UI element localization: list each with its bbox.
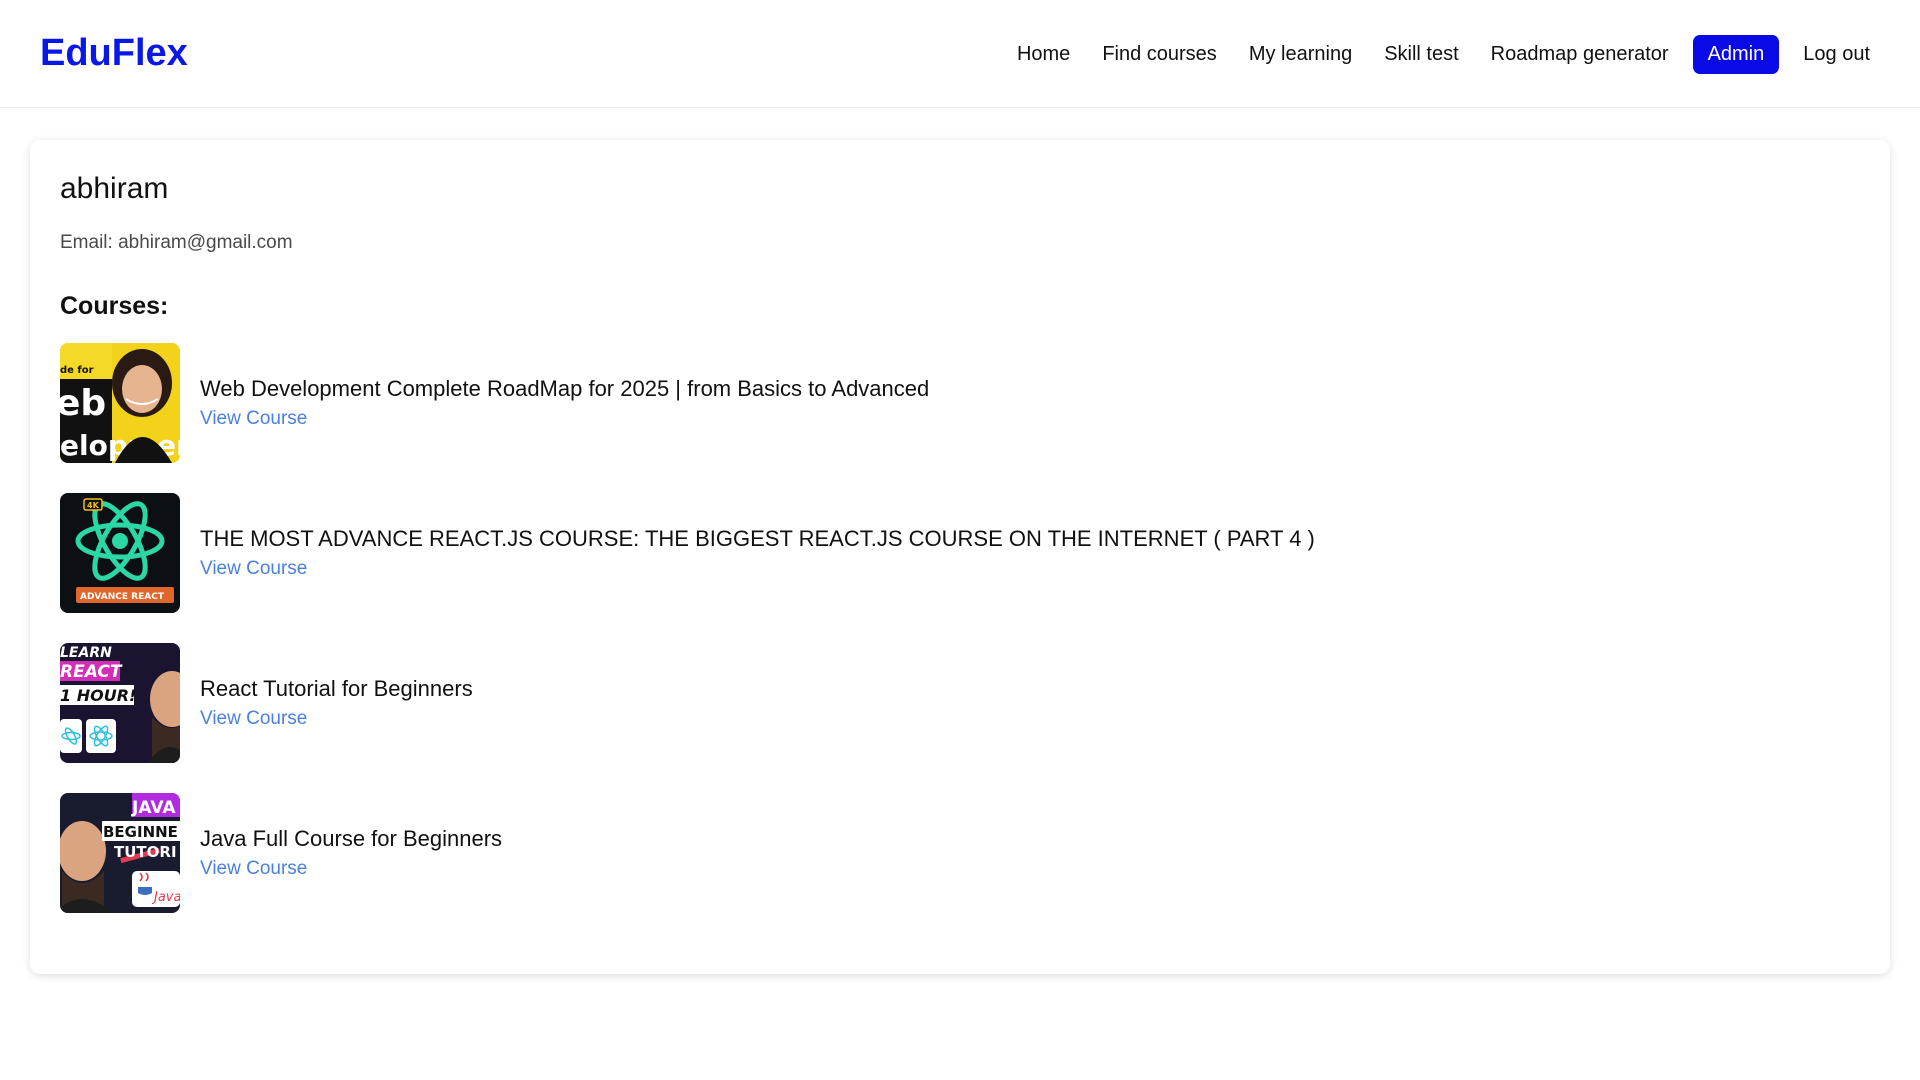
nav-home[interactable]: Home <box>1005 35 1082 74</box>
course-title: React Tutorial for Beginners <box>200 676 473 701</box>
top-navbar: EduFlex Home Find courses My learning Sk… <box>0 0 1920 108</box>
thumb-text: LEARN <box>60 645 112 661</box>
user-email: Email: abhiram@gmail.com <box>60 232 293 253</box>
course-info: Web Development Complete RoadMap for 202… <box>200 376 929 430</box>
course-item: LEARN REACT 1 HOUR! React Tutorial for B… <box>60 643 1840 763</box>
course-info: React Tutorial for Beginners View Course <box>200 676 473 730</box>
courses-heading: Courses: <box>60 292 169 320</box>
profile-card: abhiram Email: abhiram@gmail.com Courses… <box>30 140 1890 974</box>
user-name: abhiram <box>60 172 169 205</box>
course-title: THE MOST ADVANCE REACT.JS COURSE: THE BI… <box>200 526 1315 551</box>
course-title: Web Development Complete RoadMap for 202… <box>200 376 930 401</box>
course-thumbnail: JAVA BEGINNE TUTORI Java <box>60 793 180 913</box>
thumb-text: JAVA <box>131 798 176 818</box>
thumb-text: ADVANCE REACT <box>80 592 165 602</box>
nav-skill-test[interactable]: Skill test <box>1372 35 1470 74</box>
nav-roadmap-generator[interactable]: Roadmap generator <box>1479 35 1681 74</box>
course-thumbnail: 4K ADVANCE REACT <box>60 493 180 613</box>
brand-logo[interactable]: EduFlex <box>40 32 188 75</box>
thumb-text: eb <box>60 383 106 424</box>
thumb-text: de for <box>60 365 94 376</box>
main-nav: Home Find courses My learning Skill test… <box>1005 34 1882 74</box>
course-item: JAVA BEGINNE TUTORI Java Java Full Cours… <box>60 793 1840 913</box>
view-course-link[interactable]: View Course <box>200 708 473 730</box>
thumb-text: 1 HOUR! <box>60 686 136 705</box>
nav-my-learning[interactable]: My learning <box>1237 35 1364 74</box>
thumb-text: TUTORI <box>114 843 177 861</box>
nav-find-courses[interactable]: Find courses <box>1090 35 1229 74</box>
course-thumbnail: de for eb elopment <box>60 343 180 463</box>
course-thumbnail: LEARN REACT 1 HOUR! <box>60 643 180 763</box>
thumb-text: Java <box>151 890 180 905</box>
thumb-text: REACT <box>60 662 123 682</box>
course-list: de for eb elopment Web Development Compl… <box>60 343 1840 943</box>
view-course-link[interactable]: View Course <box>200 408 929 430</box>
thumb-text: 4K <box>87 501 100 510</box>
view-course-link[interactable]: View Course <box>200 858 502 880</box>
course-info: THE MOST ADVANCE REACT.JS COURSE: THE BI… <box>200 526 1315 580</box>
course-item: 4K ADVANCE REACT THE MOST ADVANCE REACT.… <box>60 493 1840 613</box>
view-course-link[interactable]: View Course <box>200 558 1315 580</box>
nav-admin[interactable]: Admin <box>1692 34 1780 74</box>
course-info: Java Full Course for Beginners View Cour… <box>200 826 502 880</box>
nav-log-out[interactable]: Log out <box>1791 35 1882 74</box>
course-item: de for eb elopment Web Development Compl… <box>60 343 1840 463</box>
thumb-text: BEGINNE <box>103 823 178 841</box>
course-title: Java Full Course for Beginners <box>200 826 503 851</box>
